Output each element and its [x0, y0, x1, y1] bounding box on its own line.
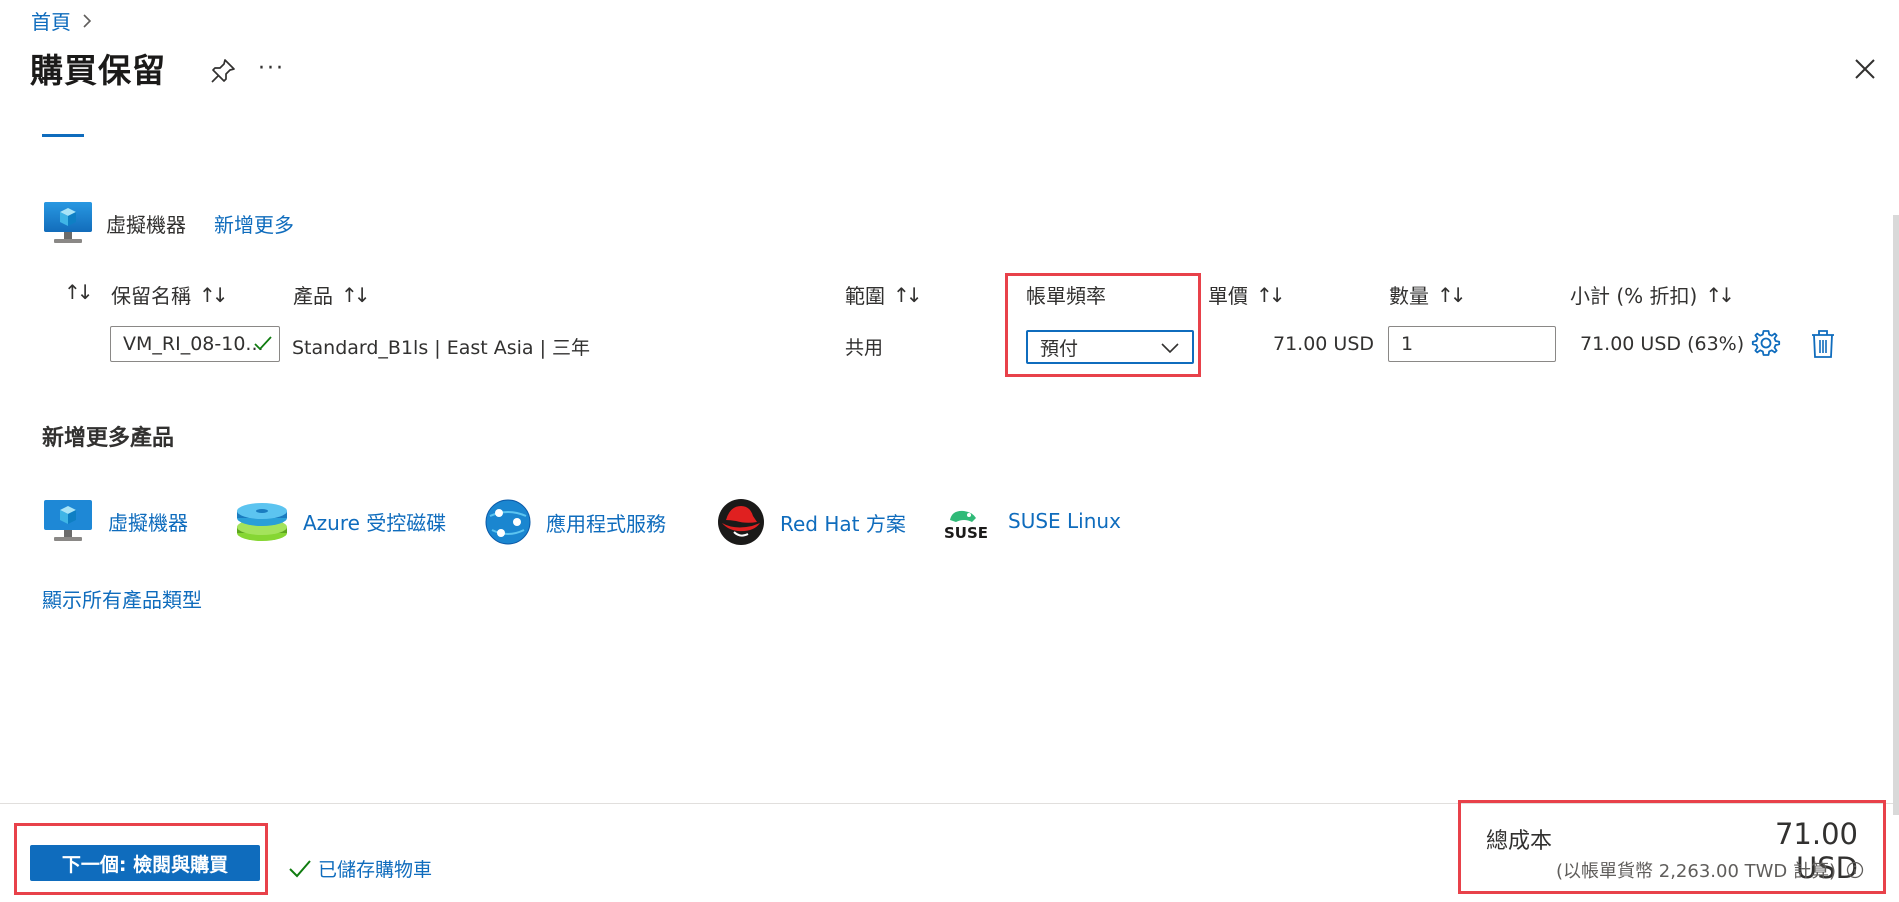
breadcrumb: 首頁: [31, 6, 93, 35]
header-quantity[interactable]: 數量 ↑↓: [1389, 280, 1466, 309]
product-tile-suse[interactable]: SUSE SUSE Linux: [942, 498, 1121, 544]
active-tab-indicator: [42, 134, 84, 137]
reservation-name-field[interactable]: VM_RI_08-10...: [110, 326, 280, 362]
product-suse-label: SUSE Linux: [1008, 509, 1121, 533]
vm-icon: [44, 202, 92, 243]
product-managed-disk-label: Azure 受控磁碟: [303, 510, 447, 535]
row-scope: 共用: [845, 337, 884, 359]
product-app-service-label: 應用程式服務: [546, 511, 666, 536]
row-subtotal: 71.00 USD (63%): [1580, 333, 1745, 355]
reservation-name-value: VM_RI_08-10...: [123, 333, 264, 355]
highlight-billing-frequency: [1005, 273, 1201, 377]
sort-all-header[interactable]: ↑↓: [64, 280, 93, 304]
reservation-resource-label: 虛擬機器: [106, 212, 186, 237]
sort-icon: ↑↓: [64, 280, 93, 304]
suse-icon: SUSE: [944, 510, 988, 542]
page-title: 購買保留: [30, 51, 166, 90]
add-more-link[interactable]: 新增更多: [214, 209, 294, 238]
info-icon[interactable]: [1846, 861, 1864, 879]
sort-icon: ↑↓: [341, 282, 370, 307]
product-tile-app-service[interactable]: 應用程式服務: [484, 498, 666, 546]
header-scope-label: 範圍: [845, 284, 885, 308]
header-reservation-name-label: 保留名稱: [111, 284, 191, 308]
quantity-value: 1: [1401, 333, 1414, 355]
close-icon[interactable]: [1850, 54, 1880, 84]
chevron-right-icon: [83, 13, 92, 28]
svg-text:SUSE: SUSE: [944, 524, 988, 542]
sort-icon: ↑↓: [1437, 282, 1466, 307]
saved-cart-status: 已儲存購物車: [288, 855, 432, 882]
checkmark-icon: [254, 336, 272, 351]
header-quantity-label: 數量: [1389, 284, 1429, 308]
sort-icon: ↑↓: [1705, 282, 1734, 307]
next-review-purchase-button[interactable]: 下一個: 檢閱與購買: [30, 845, 260, 881]
breadcrumb-home[interactable]: 首頁: [31, 6, 71, 35]
managed-disk-icon: [237, 503, 287, 541]
sort-icon: ↑↓: [199, 282, 228, 307]
product-redhat-label: Red Hat 方案: [780, 511, 906, 536]
header-subtotal-label: 小計 (% 折扣): [1570, 284, 1698, 308]
total-cost-label: 總成本: [1486, 829, 1553, 854]
row-product: Standard_B1ls | East Asia | 三年: [292, 337, 591, 359]
product-vm-label: 虛擬機器: [108, 510, 188, 535]
pin-icon[interactable]: [208, 56, 238, 86]
header-product[interactable]: 產品 ↑↓: [293, 280, 370, 309]
header-price-label: 單價: [1208, 284, 1248, 308]
total-cost-local-text: (以帳單貨幣 2,263.00 TWD 計算): [1556, 861, 1837, 882]
total-cost-local-currency: (以帳單貨幣 2,263.00 TWD 計算): [1556, 857, 1864, 883]
quantity-field[interactable]: 1: [1388, 326, 1556, 362]
vm-icon: [44, 500, 92, 541]
trash-icon[interactable]: [1808, 328, 1838, 360]
header-subtotal[interactable]: 小計 (% 折扣) ↑↓: [1570, 280, 1735, 309]
saved-cart-label: 已儲存購物車: [318, 859, 433, 881]
product-tile-vm[interactable]: 虛擬機器: [42, 498, 188, 544]
product-tile-redhat[interactable]: Red Hat 方案: [716, 498, 906, 546]
app-service-icon: [485, 499, 531, 545]
show-all-product-types-link[interactable]: 顯示所有產品類型: [42, 584, 202, 613]
checkmark-icon: [289, 859, 311, 877]
header-product-label: 產品: [293, 284, 333, 308]
sort-icon: ↑↓: [1256, 282, 1285, 307]
scrollbar[interactable]: [1893, 215, 1899, 815]
redhat-icon: [718, 499, 764, 545]
row-unit-price: 71.00 USD: [1273, 333, 1375, 355]
reservation-section-header: 虛擬機器 新增更多: [42, 200, 294, 246]
gear-icon[interactable]: [1750, 328, 1782, 360]
header-unit-price[interactable]: 單價 ↑↓: [1208, 280, 1285, 309]
header-reservation-name[interactable]: 保留名稱 ↑↓: [111, 280, 228, 309]
header-scope[interactable]: 範圍 ↑↓: [845, 280, 922, 309]
more-options-icon[interactable]: ···: [258, 56, 285, 81]
add-products-heading: 新增更多產品: [42, 426, 175, 451]
sort-icon: ↑↓: [893, 282, 922, 307]
product-tile-managed-disk[interactable]: Azure 受控磁碟: [235, 498, 446, 544]
